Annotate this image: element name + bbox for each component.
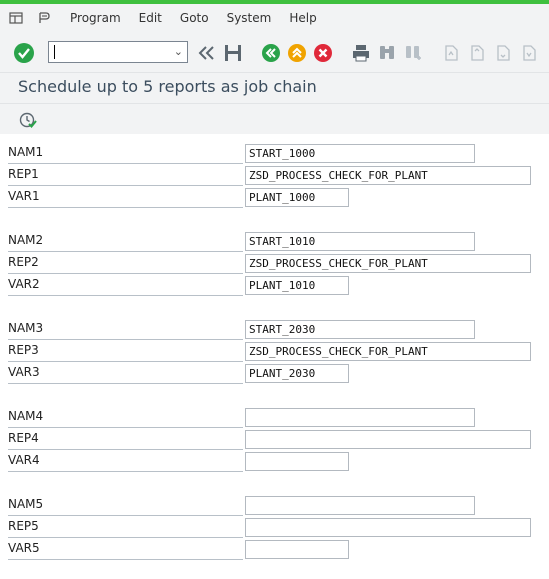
find-next-icon[interactable]	[401, 41, 425, 65]
system-toolbar: ⌄	[0, 34, 549, 72]
input-var1[interactable]: PLANT_1000	[245, 188, 349, 207]
row-nam2: NAM2 START_1010	[0, 230, 549, 252]
label-nam2: NAM2	[8, 232, 243, 252]
label-rep1: REP1	[8, 166, 243, 186]
input-nam3[interactable]: START_2030	[245, 320, 475, 339]
chevron-down-icon[interactable]: ⌄	[174, 45, 183, 58]
row-rep1: REP1 ZSD_PROCESS_CHECK_FOR_PLANT	[0, 164, 549, 186]
label-nam1: NAM1	[8, 144, 243, 164]
label-var3: VAR3	[8, 364, 243, 384]
row-var3: VAR3 PLANT_2030	[0, 362, 549, 384]
execute-icon[interactable]	[18, 110, 38, 133]
menu-goto[interactable]: Goto	[180, 11, 209, 25]
menu-system[interactable]: System	[227, 11, 272, 25]
save-icon[interactable]	[221, 41, 245, 65]
enter-icon[interactable]	[12, 41, 36, 65]
menu-program[interactable]: Program	[70, 11, 121, 25]
input-nam5[interactable]	[245, 496, 475, 515]
label-nam3: NAM3	[8, 320, 243, 340]
menu-toggle-icon[interactable]	[8, 10, 24, 26]
find-icon[interactable]	[375, 41, 399, 65]
row-rep3: REP3 ZSD_PROCESS_CHECK_FOR_PLANT	[0, 340, 549, 362]
row-rep2: REP2 ZSD_PROCESS_CHECK_FOR_PLANT	[0, 252, 549, 274]
row-var5: VAR5	[0, 538, 549, 560]
row-var2: VAR2 PLANT_1010	[0, 274, 549, 296]
input-nam2[interactable]: START_1010	[245, 232, 475, 251]
input-var2[interactable]: PLANT_1010	[245, 276, 349, 295]
input-rep1[interactable]: ZSD_PROCESS_CHECK_FOR_PLANT	[245, 166, 531, 185]
input-rep3[interactable]: ZSD_PROCESS_CHECK_FOR_PLANT	[245, 342, 531, 361]
back-double-icon[interactable]	[195, 41, 219, 65]
label-nam5: NAM5	[8, 496, 243, 516]
back-icon[interactable]	[259, 41, 283, 65]
label-rep3: REP3	[8, 342, 243, 362]
cancel-icon[interactable]	[311, 41, 335, 65]
menu-bar: Program Edit Goto System Help	[0, 4, 549, 32]
title-bar: Schedule up to 5 reports as job chain	[0, 72, 549, 103]
row-rep4: REP4	[0, 428, 549, 450]
sap-logo-icon[interactable]	[36, 10, 52, 26]
input-rep5[interactable]	[245, 518, 531, 537]
last-page-icon[interactable]	[517, 41, 541, 65]
first-page-icon[interactable]	[439, 41, 463, 65]
page-title: Schedule up to 5 reports as job chain	[18, 77, 317, 96]
label-var4: VAR4	[8, 452, 243, 472]
menu-edit[interactable]: Edit	[139, 11, 162, 25]
label-rep2: REP2	[8, 254, 243, 274]
print-icon[interactable]	[349, 41, 373, 65]
row-nam4: NAM4	[0, 406, 549, 428]
prev-page-icon[interactable]	[465, 41, 489, 65]
input-var5[interactable]	[245, 540, 349, 559]
label-rep5: REP5	[8, 518, 243, 538]
application-toolbar	[0, 103, 549, 135]
next-page-icon[interactable]	[491, 41, 515, 65]
input-nam1[interactable]: START_1000	[245, 144, 475, 163]
row-var1: VAR1 PLANT_1000	[0, 186, 549, 208]
command-field[interactable]: ⌄	[48, 41, 188, 63]
menu-help[interactable]: Help	[289, 11, 316, 25]
input-rep4[interactable]	[245, 430, 531, 449]
row-nam5: NAM5	[0, 494, 549, 516]
label-var2: VAR2	[8, 276, 243, 296]
row-nam1: NAM1 START_1000	[0, 142, 549, 164]
exit-icon[interactable]	[285, 41, 309, 65]
label-var5: VAR5	[8, 540, 243, 560]
selection-screen: NAM1 START_1000 REP1 ZSD_PROCESS_CHECK_F…	[0, 134, 549, 579]
label-rep4: REP4	[8, 430, 243, 450]
input-var3[interactable]: PLANT_2030	[245, 364, 349, 383]
input-var4[interactable]	[245, 452, 349, 471]
label-nam4: NAM4	[8, 408, 243, 428]
text-cursor	[54, 45, 55, 59]
input-rep2[interactable]: ZSD_PROCESS_CHECK_FOR_PLANT	[245, 254, 531, 273]
row-rep5: REP5	[0, 516, 549, 538]
input-nam4[interactable]	[245, 408, 475, 427]
row-var4: VAR4	[0, 450, 549, 472]
label-var1: VAR1	[8, 188, 243, 208]
row-nam3: NAM3 START_2030	[0, 318, 549, 340]
